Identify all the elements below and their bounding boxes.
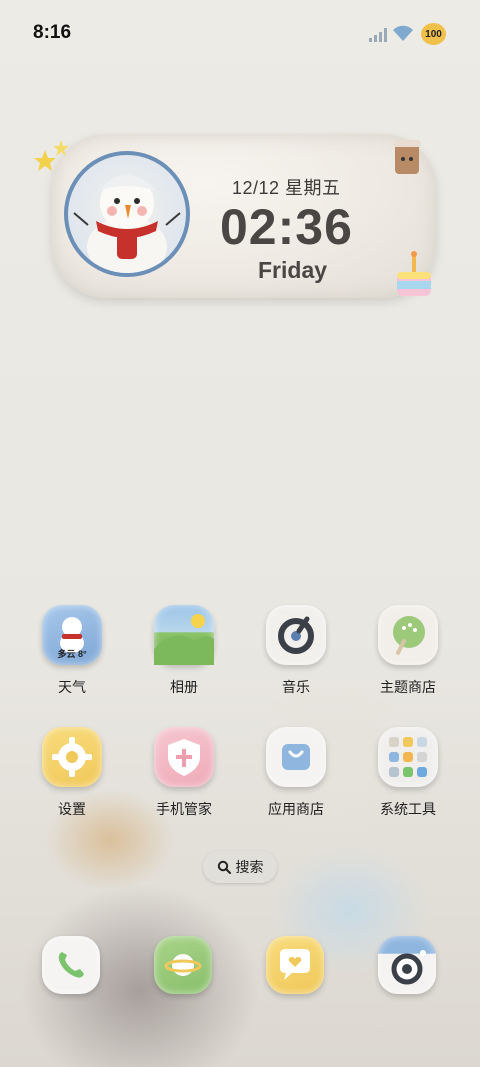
app-label: 系统工具 — [380, 801, 436, 817]
chat-app-icon — [266, 936, 324, 994]
system-tools-folder-icon — [378, 727, 438, 787]
shield-icon — [168, 739, 200, 776]
search-label: 搜索 — [235, 859, 264, 875]
shopping-bag-icon — [282, 744, 310, 770]
brush-icon — [393, 616, 425, 655]
folder-grid-icon — [389, 737, 427, 777]
app-label: 相册 — [170, 679, 198, 695]
app-label: 手机管家 — [156, 801, 212, 817]
phone-icon — [58, 952, 84, 978]
app-label: 主题商店 — [380, 679, 436, 695]
app-phone-manager[interactable]: 手机管家 — [134, 727, 234, 819]
theme-store-icon — [378, 605, 438, 665]
app-settings[interactable]: 设置 — [22, 727, 122, 819]
dock-camera[interactable] — [357, 936, 457, 994]
app-label: 设置 — [58, 801, 86, 817]
planet-icon — [164, 954, 202, 976]
app-music[interactable]: 音乐 — [246, 605, 346, 697]
widget-date: 12/12 星期五 — [232, 178, 341, 198]
app-label: 音乐 — [282, 679, 310, 695]
weather-badge: 多云 8° — [57, 649, 87, 659]
dock-chat[interactable] — [245, 936, 345, 994]
status-time: 8:16 — [33, 22, 72, 43]
disc-icon — [278, 616, 314, 654]
app-system-tools[interactable]: 系统工具 — [358, 727, 458, 819]
gallery-icon — [154, 605, 214, 665]
dock-messages[interactable] — [133, 936, 233, 994]
sun-hill-icon — [154, 614, 214, 665]
search-icon — [217, 860, 231, 874]
gear-icon — [52, 737, 92, 777]
wifi-icon — [393, 25, 413, 41]
snowman-icon — [73, 175, 181, 273]
snowman-avatar — [64, 151, 190, 277]
battery-indicator: 100 — [421, 23, 446, 45]
status-bar: 8:16 100 — [0, 0, 480, 68]
cake-icon — [397, 251, 431, 296]
camera-app-icon — [378, 936, 436, 994]
widget-time: 02:36 — [220, 199, 353, 255]
app-gallery[interactable]: 相册 — [134, 605, 234, 697]
phone-manager-icon — [154, 727, 214, 787]
phone-app-icon — [42, 936, 100, 994]
dock-phone[interactable] — [21, 936, 121, 994]
app-store-icon — [266, 727, 326, 787]
signal-icon — [369, 28, 387, 42]
weather-icon: 多云 8° — [42, 605, 102, 665]
app-theme-store[interactable]: 主题商店 — [358, 605, 458, 697]
settings-icon — [42, 727, 102, 787]
widget-day: Friday — [258, 257, 328, 283]
camera-icon — [391, 950, 426, 985]
stars-icon — [34, 140, 69, 171]
app-label: 天气 — [58, 679, 86, 695]
app-weather[interactable]: 多云 8° 天气 — [22, 605, 122, 697]
chat-bubble-icon — [280, 949, 310, 980]
app-app-store[interactable]: 应用商店 — [246, 727, 346, 819]
coffee-cup-icon — [393, 140, 421, 174]
search-button[interactable]: 搜索 — [203, 851, 277, 883]
app-label: 应用商店 — [268, 801, 324, 817]
messages-app-icon — [154, 936, 212, 994]
music-icon — [266, 605, 326, 665]
